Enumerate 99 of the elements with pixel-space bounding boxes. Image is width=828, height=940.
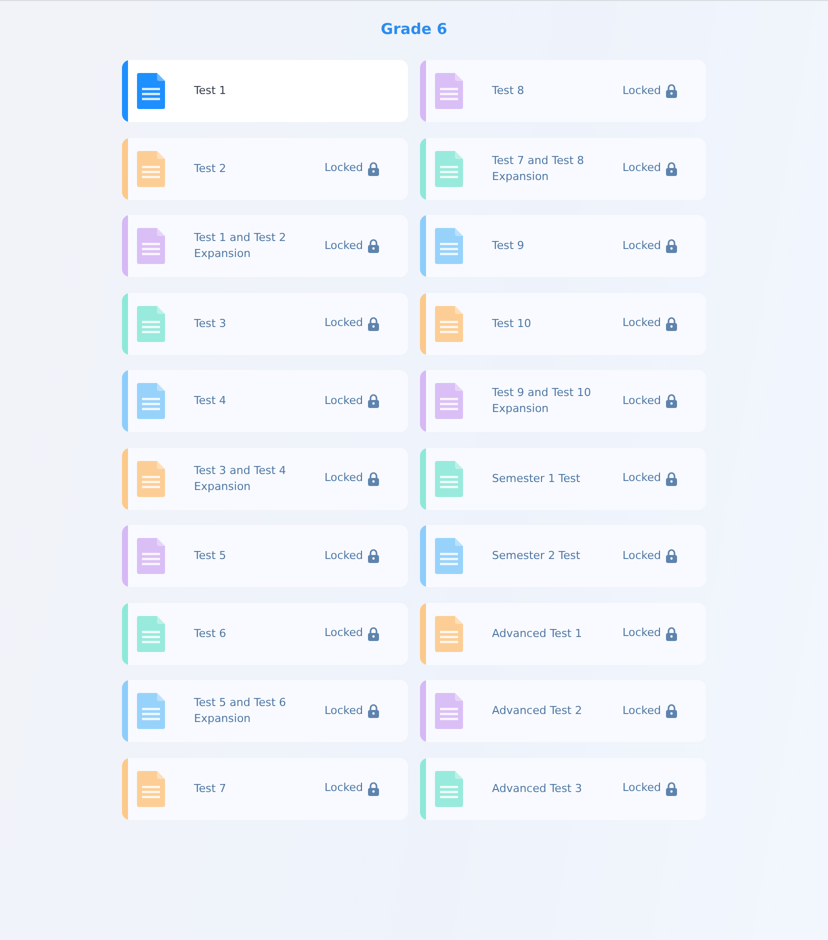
lock-icon (666, 472, 677, 486)
test-card[interactable]: Semester 1 Test Locked (420, 448, 706, 510)
test-card[interactable]: Test 5 and Test 6 Expansion Locked (122, 680, 408, 742)
document-icon (435, 693, 463, 729)
locked-label: Locked (622, 702, 661, 719)
test-title: Test 6 (194, 626, 228, 642)
document-icon (435, 150, 463, 186)
document-icon (137, 150, 165, 186)
locked-label: Locked (324, 702, 363, 719)
document-icon (137, 616, 165, 652)
test-title: Test 1 and Test 2 Expansion (194, 230, 288, 262)
lock-icon (368, 316, 379, 330)
lock-icon (666, 316, 677, 330)
test-title: Test 9 (492, 238, 526, 254)
locked-label: Locked (324, 625, 363, 642)
test-card[interactable]: Test 8 Locked (420, 60, 706, 122)
test-card[interactable]: Advanced Test 1 Locked (420, 602, 706, 664)
document-icon (137, 306, 165, 342)
lock-icon (368, 782, 379, 796)
test-card[interactable]: Test 3 Locked (122, 292, 408, 354)
test-title: Advanced Test 1 (492, 626, 583, 642)
test-card[interactable]: Test 4 Locked (122, 370, 408, 432)
lock-icon (666, 549, 677, 563)
locked-label: Locked (622, 392, 661, 409)
lock-icon (368, 239, 379, 253)
test-title: Advanced Test 2 (492, 703, 583, 719)
test-card[interactable]: Test 9 Locked (420, 215, 706, 277)
locked-label: Locked (622, 780, 661, 796)
locked-label: Locked (324, 238, 363, 254)
test-title: Test 10 (492, 316, 532, 332)
document-icon (435, 616, 463, 652)
lock-icon (368, 394, 379, 408)
test-card[interactable]: Test 9 and Test 10 Expansion Locked (420, 370, 706, 432)
document-icon (435, 460, 463, 496)
document-icon (435, 770, 463, 806)
document-icon (435, 306, 463, 342)
locked-label: Locked (324, 160, 363, 176)
locked-label: Locked (324, 780, 363, 796)
locked-label: Locked (622, 238, 661, 254)
document-icon (435, 538, 463, 574)
lock-icon (666, 84, 677, 98)
test-title: Test 4 (194, 393, 228, 409)
test-card[interactable]: Test 6 Locked (122, 602, 408, 664)
test-card[interactable]: Test 7 Locked (122, 758, 408, 820)
test-card[interactable]: Advanced Test 2 Locked (420, 680, 706, 742)
document-icon (137, 460, 165, 496)
page-title: Grade 6 (380, 20, 448, 38)
locked-label: Locked (622, 625, 661, 642)
test-title: Semester 1 Test (492, 470, 582, 486)
test-title: Test 9 and Test 10 Expansion (492, 385, 592, 417)
locked-label: Locked (324, 392, 363, 409)
document-icon (137, 693, 165, 729)
locked-label: Locked (324, 548, 363, 564)
test-card[interactable]: Test 3 and Test 4 Expansion Locked (122, 448, 408, 510)
test-card[interactable]: Test 2 Locked (122, 138, 408, 200)
lock-icon (368, 472, 379, 486)
lock-icon (666, 704, 677, 718)
locked-label: Locked (622, 160, 661, 176)
document-icon (435, 228, 463, 264)
document-icon (435, 383, 463, 419)
lock-icon (666, 782, 677, 796)
test-card[interactable]: Test 10 Locked (420, 292, 706, 354)
test-card[interactable]: Test 1 and Test 2 Expansion Locked (122, 215, 408, 277)
test-title: Test 7 (194, 780, 228, 796)
test-title: Test 3 (194, 316, 228, 332)
lock-icon (368, 549, 379, 563)
document-icon (137, 73, 165, 109)
test-card[interactable]: Semester 2 Test Locked (420, 525, 706, 587)
test-title: Test 2 (194, 160, 228, 176)
test-card[interactable]: Advanced Test 3 Locked (420, 758, 706, 820)
lock-icon (368, 626, 379, 640)
test-title: Test 3 and Test 4 Expansion (194, 462, 288, 494)
document-icon (435, 73, 463, 109)
document-icon (137, 770, 165, 806)
test-title: Test 1 (194, 83, 228, 99)
locked-label: Locked (622, 470, 661, 486)
document-icon (137, 383, 165, 419)
test-card[interactable]: Test 5 Locked (122, 525, 408, 587)
test-card[interactable]: Test 7 and Test 8 Expansion Locked (420, 138, 706, 200)
locked-label: Locked (622, 82, 661, 99)
test-title: Test 5 (194, 548, 228, 564)
test-title: Test 5 and Test 6 Expansion (194, 695, 288, 727)
lock-icon (368, 162, 379, 176)
lock-icon (666, 394, 677, 408)
locked-label: Locked (622, 315, 661, 332)
locked-label: Locked (324, 315, 363, 332)
document-icon (137, 228, 165, 264)
lock-icon (666, 162, 677, 176)
test-card[interactable]: Test 1 (122, 60, 408, 122)
document-icon (137, 538, 165, 574)
lock-icon (666, 239, 677, 253)
lock-icon (666, 626, 677, 640)
locked-label: Locked (622, 548, 661, 564)
test-title: Test 7 and Test 8 Expansion (492, 152, 586, 184)
test-title: Test 8 (492, 83, 526, 99)
test-title: Advanced Test 3 (492, 780, 583, 796)
locked-label: Locked (324, 470, 363, 486)
test-title: Semester 2 Test (492, 548, 582, 564)
lock-icon (368, 704, 379, 718)
